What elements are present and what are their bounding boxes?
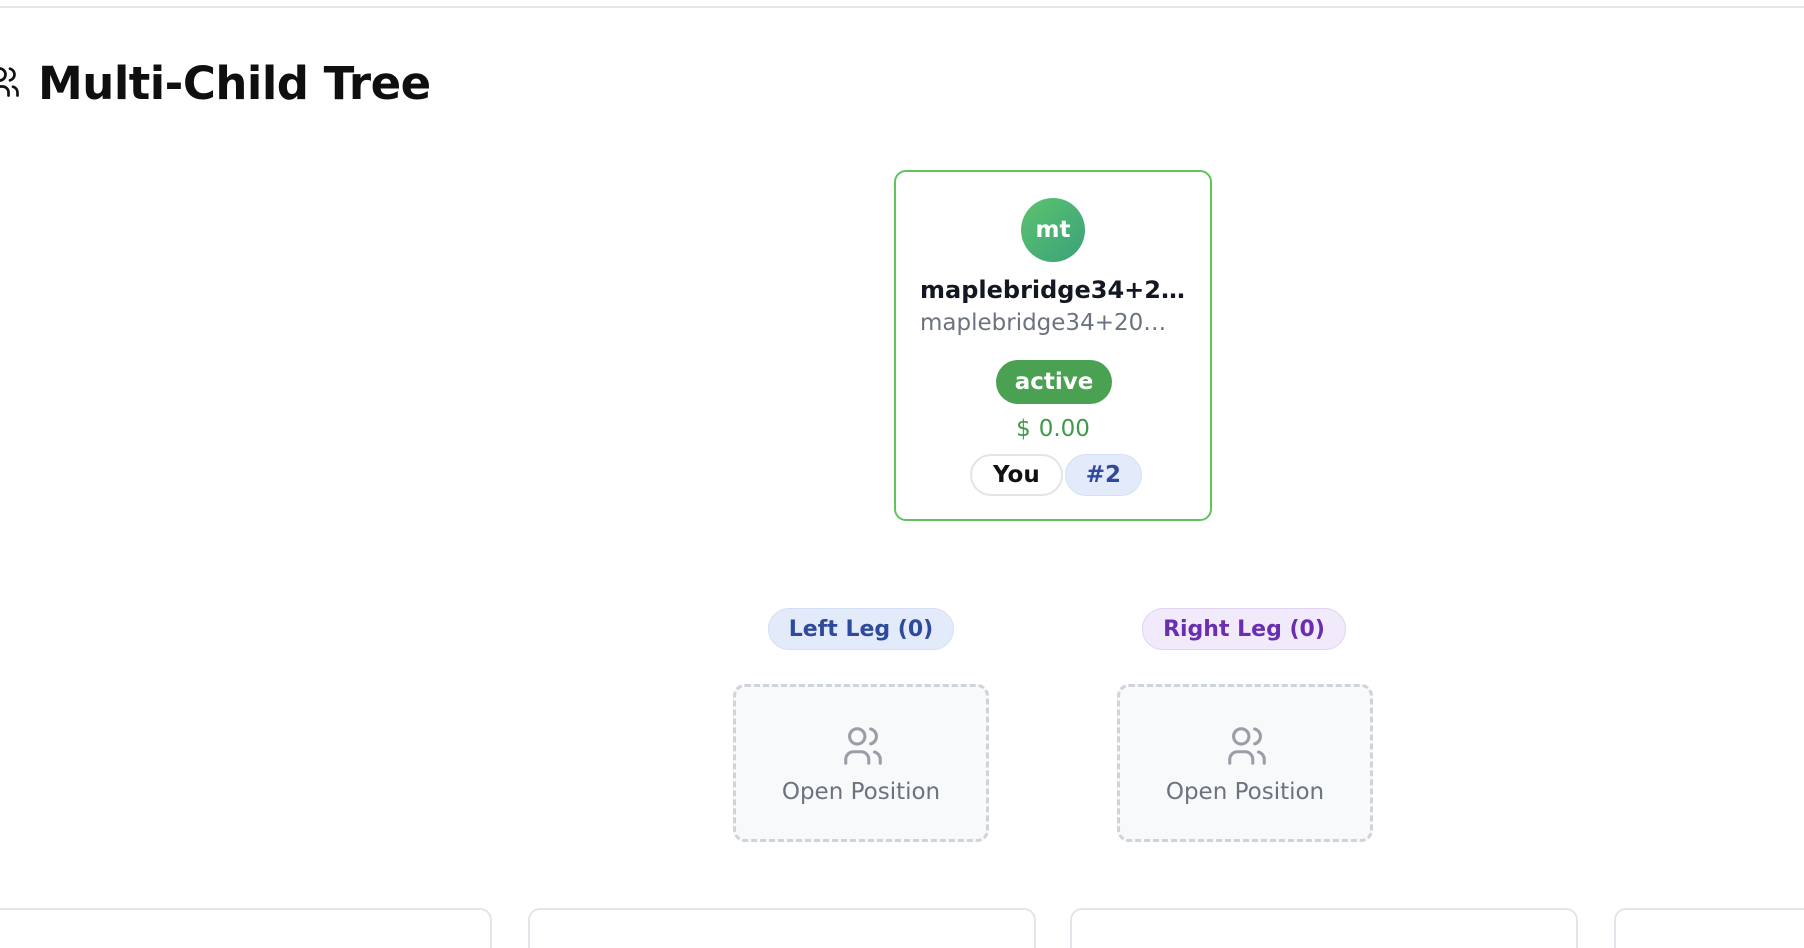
- rank-tag: #2: [1064, 454, 1142, 496]
- you-tag: You: [970, 454, 1063, 496]
- open-position-label: Open Position: [1165, 779, 1325, 805]
- right-leg-label: Right Leg (0): [1142, 608, 1346, 650]
- right-open-position[interactable]: Open Position: [1117, 684, 1373, 842]
- bottom-card-4: [1614, 908, 1804, 948]
- avatar: mt: [1021, 198, 1085, 262]
- status-badge: active: [996, 360, 1112, 404]
- left-leg-label: Left Leg (0): [768, 608, 954, 650]
- currency-symbol: $: [1016, 416, 1031, 442]
- root-member-card[interactable]: mt maplebridge34+20 ... maplebridge34+20…: [894, 170, 1212, 521]
- member-email: maplebridge34+20@g...: [920, 310, 1180, 336]
- member-balance: $0.00: [896, 416, 1210, 442]
- page-title: Multi-Child Tree: [38, 57, 431, 110]
- users-icon: [1228, 727, 1266, 765]
- open-position-label: Open Position: [781, 779, 941, 805]
- users-icon: [844, 727, 882, 765]
- balance-value: 0.00: [1038, 416, 1090, 442]
- bottom-card-3: [1070, 908, 1578, 948]
- member-name: maplebridge34+20 ...: [920, 276, 1190, 304]
- bottom-card-1: [0, 908, 492, 948]
- left-open-position[interactable]: Open Position: [733, 684, 989, 842]
- member-tags: You #2: [970, 454, 1142, 496]
- top-divider: [0, 0, 1804, 8]
- bottom-card-2: [528, 908, 1036, 948]
- users-icon: [0, 67, 19, 97]
